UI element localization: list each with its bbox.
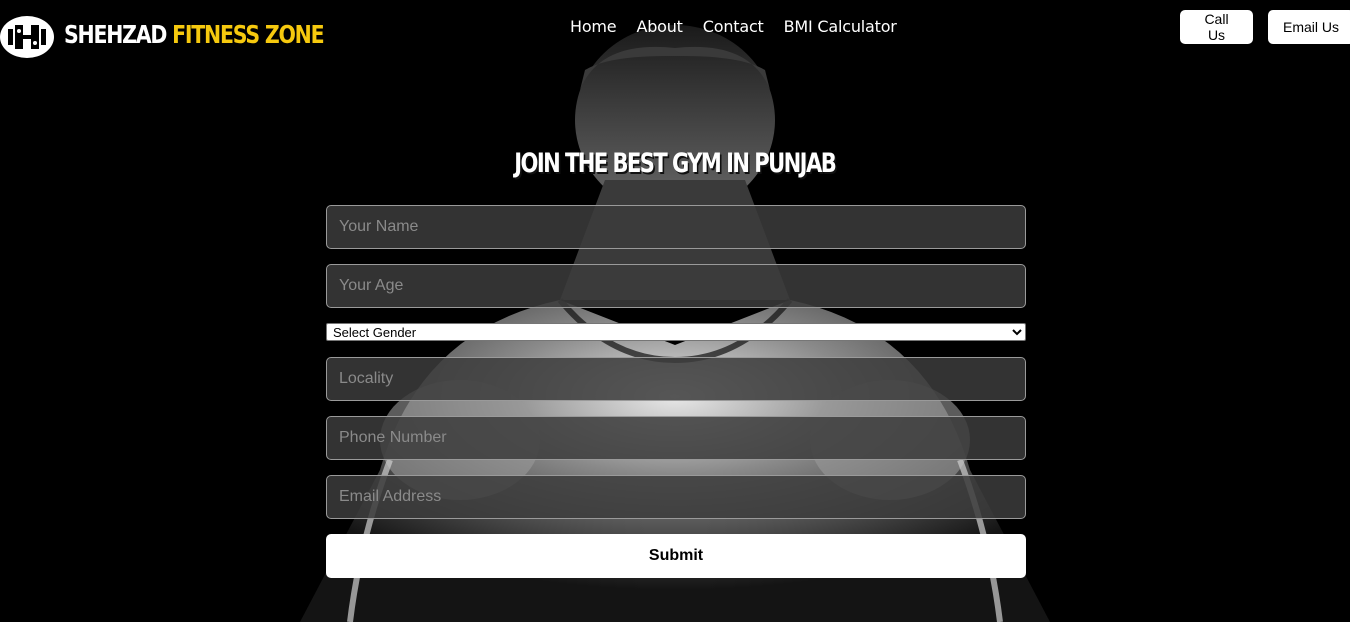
- age-input[interactable]: [326, 264, 1026, 308]
- locality-input[interactable]: [326, 357, 1026, 401]
- call-us-button[interactable]: Call Us: [1180, 10, 1253, 44]
- join-form: Select Gender Submit: [326, 205, 1026, 578]
- brand-name[interactable]: SHEHZAD FITNESS ZONE: [64, 20, 325, 50]
- name-input[interactable]: [326, 205, 1026, 249]
- gym-logo-icon: [8, 25, 46, 49]
- main-nav: Home About Contact BMI Calculator: [570, 16, 897, 38]
- site-header: SHEHZAD FITNESS ZONE Home About Contact …: [0, 0, 1350, 58]
- page-title-text: JOIN THE BEST GYM IN PUNJAB: [514, 148, 837, 179]
- email-us-button[interactable]: Email Us: [1268, 10, 1350, 44]
- email-input[interactable]: [326, 475, 1026, 519]
- nav-contact[interactable]: Contact: [703, 16, 764, 38]
- nav-home[interactable]: Home: [570, 16, 617, 38]
- submit-button[interactable]: Submit: [326, 534, 1026, 578]
- phone-input[interactable]: [326, 416, 1026, 460]
- logo[interactable]: [0, 16, 54, 58]
- gender-select[interactable]: Select Gender: [326, 323, 1026, 341]
- brand-name-white: SHEHZAD: [64, 20, 167, 49]
- page: SHEHZAD FITNESS ZONE Home About Contact …: [0, 0, 1350, 622]
- nav-bmi-calculator[interactable]: BMI Calculator: [784, 16, 897, 38]
- nav-about[interactable]: About: [636, 16, 683, 38]
- page-title: JOIN THE BEST GYM IN PUNJAB: [0, 146, 1350, 182]
- brand-name-yellow: FITNESS ZONE: [172, 20, 324, 49]
